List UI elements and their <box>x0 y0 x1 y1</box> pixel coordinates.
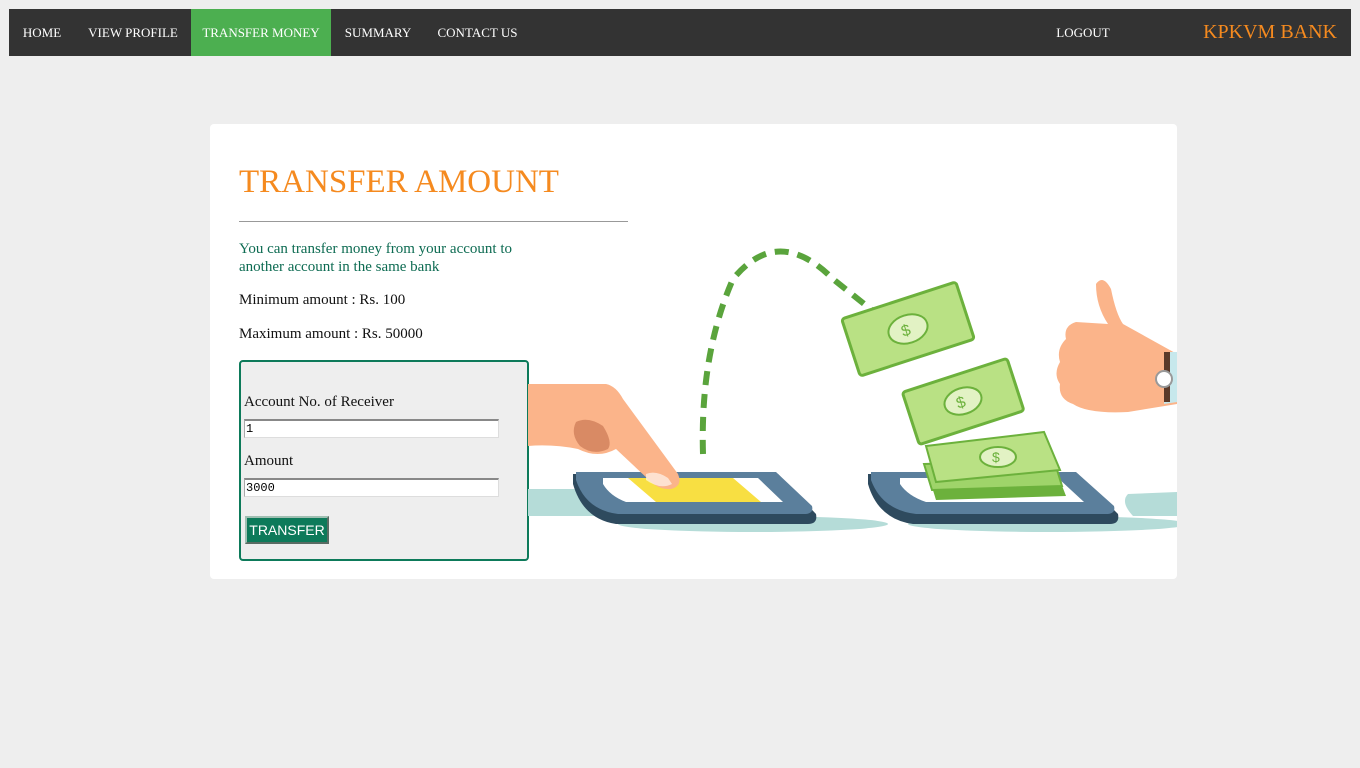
nav-home[interactable]: HOME <box>9 9 75 56</box>
top-navbar: HOME VIEW PROFILE TRANSFER MONEY SUMMARY… <box>9 9 1351 56</box>
transfer-card: TRANSFER AMOUNT You can transfer money f… <box>210 124 1177 579</box>
money-bill-icon: $ <box>922 430 1066 500</box>
amount-label: Amount <box>244 453 294 469</box>
account-number-label: Account No. of Receiver <box>244 394 394 410</box>
transfer-button[interactable]: TRANSFER <box>245 516 329 544</box>
money-bill-icon: $ <box>840 281 976 377</box>
phone-icon <box>573 472 817 524</box>
money-transfer-illustration: $ $ $ <box>528 248 1177 532</box>
account-number-input[interactable] <box>244 419 499 438</box>
nav-summary[interactable]: SUMMARY <box>331 9 425 56</box>
nav-transfer-money[interactable]: TRANSFER MONEY <box>191 9 331 56</box>
intro-text: You can transfer money from your account… <box>239 241 512 275</box>
brand-logo: KPKVM BANK <box>1203 21 1337 43</box>
svg-text:$: $ <box>992 449 1000 465</box>
thumbs-up-icon <box>1056 280 1177 413</box>
money-bill-icon: $ <box>901 357 1025 446</box>
nav-logout[interactable]: LOGOUT <box>1042 9 1124 56</box>
amount-input[interactable] <box>244 478 499 497</box>
maximum-amount-text: Maximum amount : Rs. 50000 <box>239 326 423 342</box>
transfer-form: Account No. of Receiver Amount TRANSFER <box>239 360 529 561</box>
nav-contact-us[interactable]: CONTACT US <box>425 9 530 56</box>
title-divider <box>239 221 628 222</box>
minimum-amount-text: Minimum amount : Rs. 100 <box>239 292 406 308</box>
nav-view-profile[interactable]: VIEW PROFILE <box>75 9 191 56</box>
page-title: TRANSFER AMOUNT <box>239 164 559 200</box>
